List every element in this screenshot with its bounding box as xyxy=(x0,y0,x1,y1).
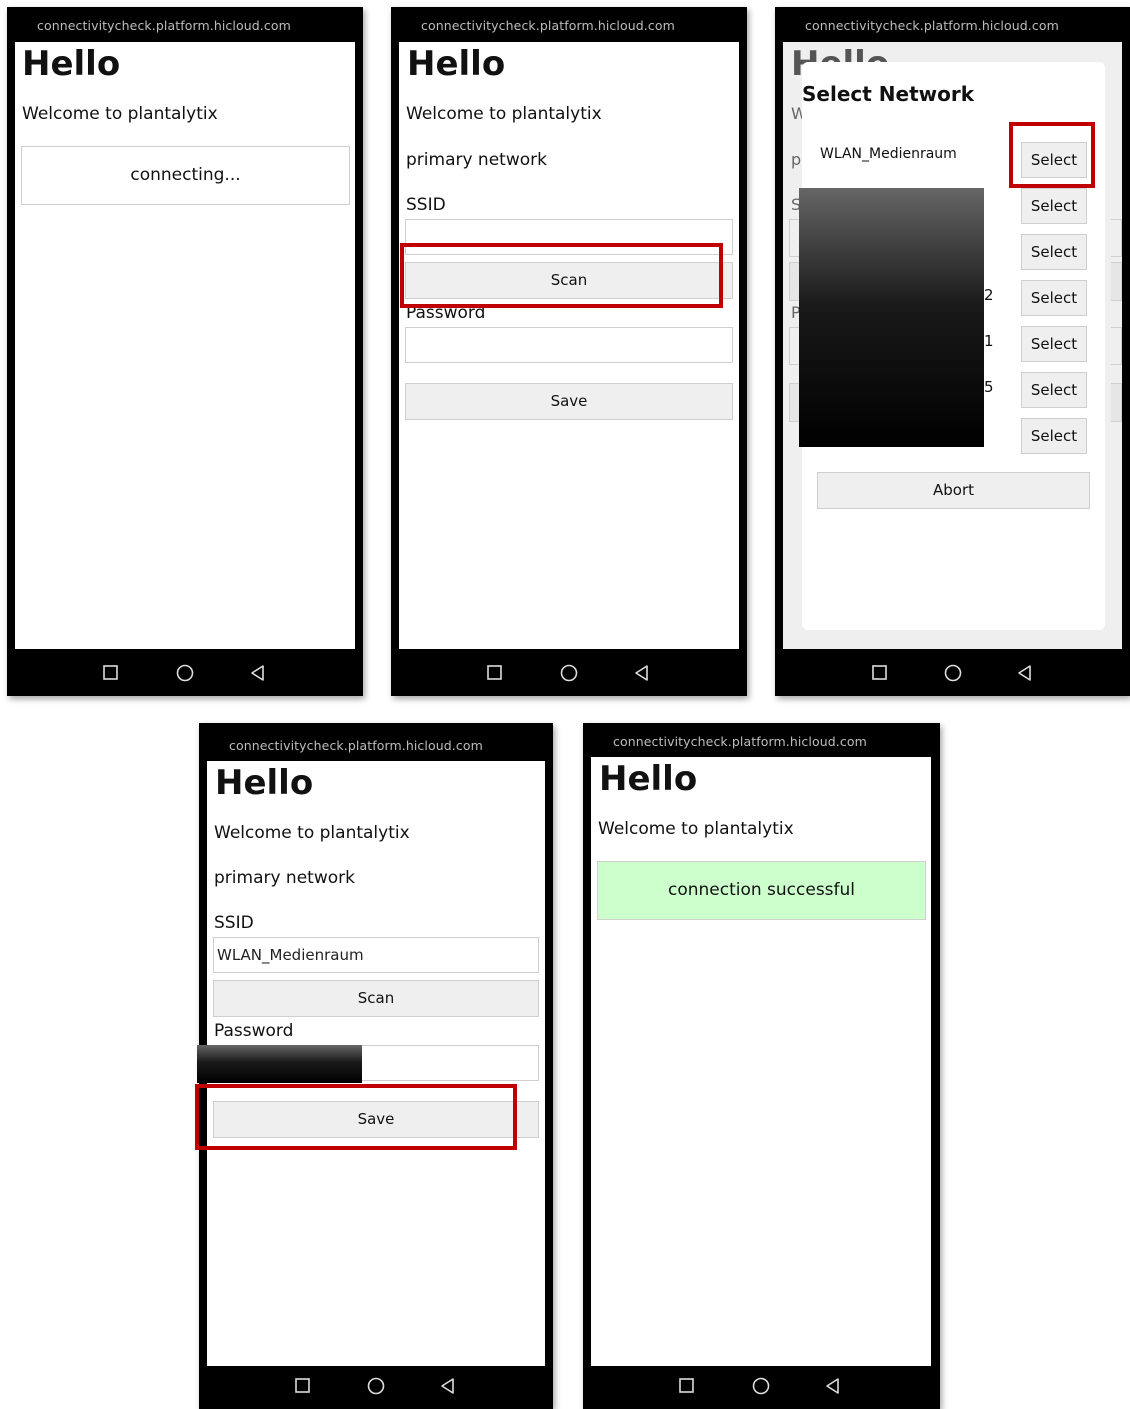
phone-connection-success: connectivitycheck.platform.hicloud.com H… xyxy=(583,723,940,1409)
phone-select-network: connectivitycheck.platform.hicloud.com H… xyxy=(775,7,1130,696)
nav-bar xyxy=(7,650,363,696)
square-recents-icon[interactable] xyxy=(677,1376,697,1396)
nav-bar xyxy=(391,650,747,696)
abort-button[interactable]: Abort xyxy=(817,472,1090,509)
status-url: connectivitycheck.platform.hicloud.com xyxy=(613,734,867,749)
password-input[interactable] xyxy=(405,327,733,363)
circle-home-icon[interactable] xyxy=(559,663,579,683)
circle-home-icon[interactable] xyxy=(751,1376,771,1396)
nav-bar xyxy=(199,1363,553,1409)
phone-connecting: connectivitycheck.platform.hicloud.com H… xyxy=(7,7,363,696)
square-recents-icon[interactable] xyxy=(101,663,121,683)
triangle-back-icon[interactable] xyxy=(823,1376,843,1396)
phone-form-filled: connectivitycheck.platform.hicloud.com H… xyxy=(195,723,553,1409)
select-button[interactable]: Select xyxy=(1021,280,1087,316)
network-name-fragment: 2 xyxy=(984,286,994,304)
background-input-edge xyxy=(1111,219,1122,257)
nav-bar xyxy=(583,1363,940,1409)
triangle-back-icon[interactable] xyxy=(438,1376,458,1396)
page-title: Hello xyxy=(407,44,506,84)
save-highlight-box xyxy=(195,1084,517,1150)
select-button[interactable]: Select xyxy=(1021,418,1087,454)
welcome-text: Welcome to plantalytix xyxy=(214,823,410,843)
status-url: connectivitycheck.platform.hicloud.com xyxy=(421,18,675,33)
network-name: WLAN_Medienraum xyxy=(820,146,957,162)
ssid-label: SSID xyxy=(214,913,254,933)
triangle-back-icon[interactable] xyxy=(1015,663,1035,683)
status-url: connectivitycheck.platform.hicloud.com xyxy=(229,738,483,753)
redacted-password xyxy=(197,1045,362,1083)
screen: Hello Welcome to plantalytix primary net… xyxy=(399,42,739,649)
primary-network-label: primary network xyxy=(214,868,355,888)
status-url: connectivitycheck.platform.hicloud.com xyxy=(37,18,291,33)
welcome-text: Welcome to plantalytix xyxy=(406,104,602,124)
square-recents-icon[interactable] xyxy=(870,663,890,683)
ssid-label: SSID xyxy=(406,195,446,215)
page-title: Hello xyxy=(599,759,698,799)
square-recents-icon[interactable] xyxy=(485,663,505,683)
welcome-text: Welcome to plantalytix xyxy=(598,819,794,839)
square-recents-icon[interactable] xyxy=(293,1376,313,1396)
password-label: Password xyxy=(214,1021,294,1041)
circle-home-icon[interactable] xyxy=(366,1376,386,1396)
background-button-edge xyxy=(1111,383,1122,422)
save-button[interactable]: Save xyxy=(405,383,733,420)
circle-home-icon[interactable] xyxy=(175,663,195,683)
background-fragment: p xyxy=(791,150,802,169)
scan-button[interactable]: Scan xyxy=(213,980,539,1017)
phone-form-empty: connectivitycheck.platform.hicloud.com H… xyxy=(391,7,747,696)
connection-success-banner: connection successful xyxy=(597,861,926,920)
select-button[interactable]: Select xyxy=(1021,372,1087,408)
dialog-title: Select Network xyxy=(802,82,975,106)
redacted-network-list xyxy=(799,188,984,447)
triangle-back-icon[interactable] xyxy=(248,663,268,683)
status-url: connectivitycheck.platform.hicloud.com xyxy=(805,18,1059,33)
ssid-input[interactable]: WLAN_Medienraum xyxy=(213,937,539,973)
background-input-edge xyxy=(1111,327,1122,365)
screen: Hello Welcome to plantalytix connection … xyxy=(591,757,931,1366)
scan-highlight-box xyxy=(400,243,723,308)
page-title: Hello xyxy=(215,763,314,803)
background-button-edge xyxy=(1111,262,1122,301)
page-title: Hello xyxy=(22,44,121,84)
network-name-fragment: 1 xyxy=(984,332,994,350)
primary-network-label: primary network xyxy=(406,150,547,170)
screen: Hello Welcome to plantalytix connecting.… xyxy=(15,42,355,649)
network-name-fragment: 5 xyxy=(984,378,994,396)
welcome-text: Welcome to plantalytix xyxy=(22,104,218,124)
connecting-status-box: connecting... xyxy=(21,146,350,205)
select-highlight-box xyxy=(1009,122,1095,188)
select-button[interactable]: Select xyxy=(1021,188,1087,224)
select-button[interactable]: Select xyxy=(1021,326,1087,362)
nav-bar xyxy=(775,650,1130,696)
triangle-back-icon[interactable] xyxy=(632,663,652,683)
select-button[interactable]: Select xyxy=(1021,234,1087,270)
circle-home-icon[interactable] xyxy=(943,663,963,683)
